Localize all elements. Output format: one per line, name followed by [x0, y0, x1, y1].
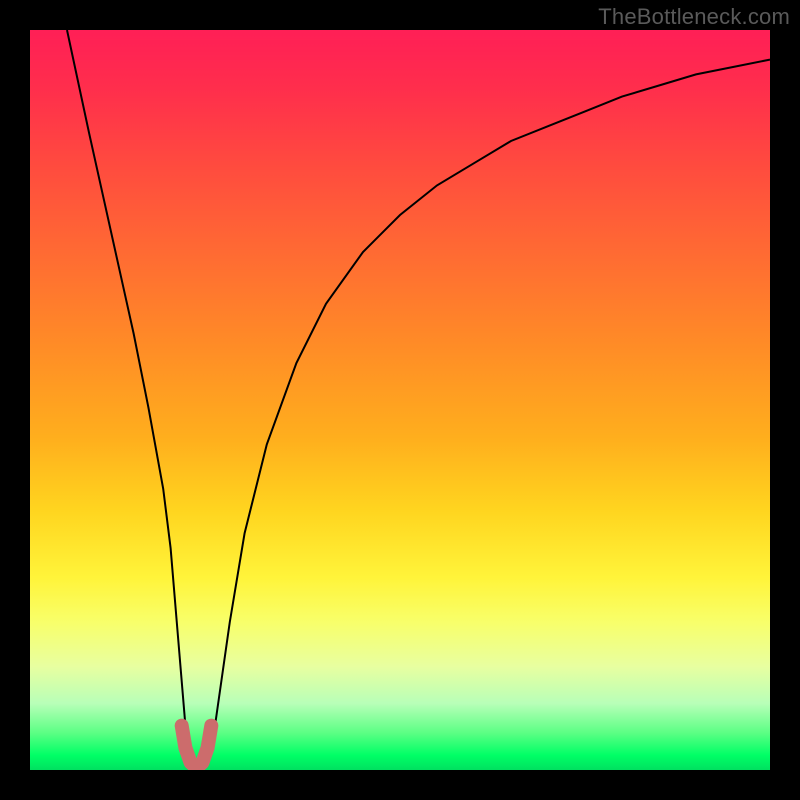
curve-layer: [30, 30, 770, 770]
watermark-text: TheBottleneck.com: [598, 4, 790, 30]
series-bottleneck-curve: [67, 30, 770, 770]
chart-frame: TheBottleneck.com: [0, 0, 800, 800]
series-valley-marker: [182, 726, 212, 768]
plot-area: [30, 30, 770, 770]
